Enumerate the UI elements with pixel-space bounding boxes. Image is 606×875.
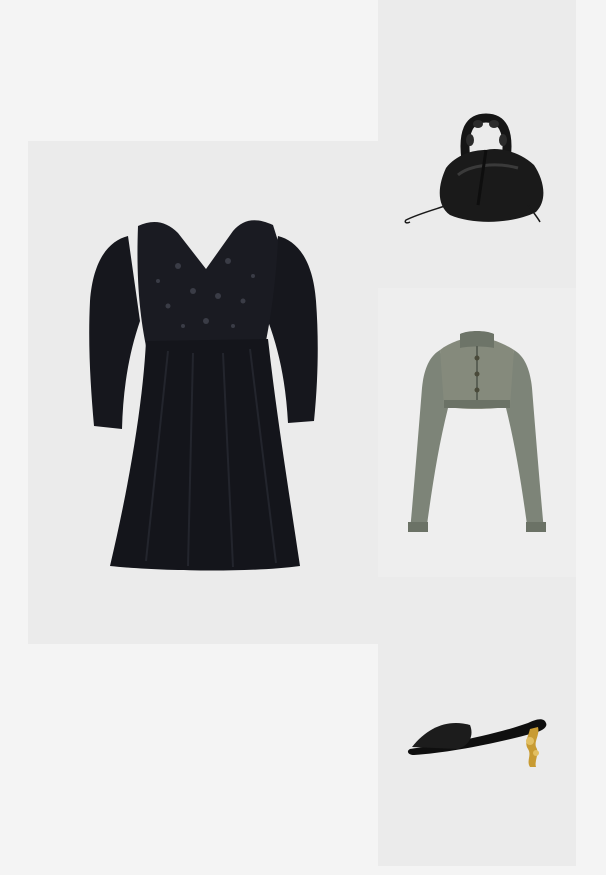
dress-product-tile[interactable]	[28, 141, 378, 644]
outfit-collage	[0, 0, 606, 875]
black-mini-dress-image	[89, 220, 318, 571]
black-leather-bucket-bag-image	[404, 113, 544, 224]
cropped-denim-jacket-image	[408, 331, 546, 532]
bag-product-tile[interactable]	[378, 0, 576, 288]
black-heeled-mule-image	[407, 719, 547, 767]
jacket-product-tile[interactable]	[378, 288, 576, 577]
mule-product-tile[interactable]	[378, 577, 576, 866]
